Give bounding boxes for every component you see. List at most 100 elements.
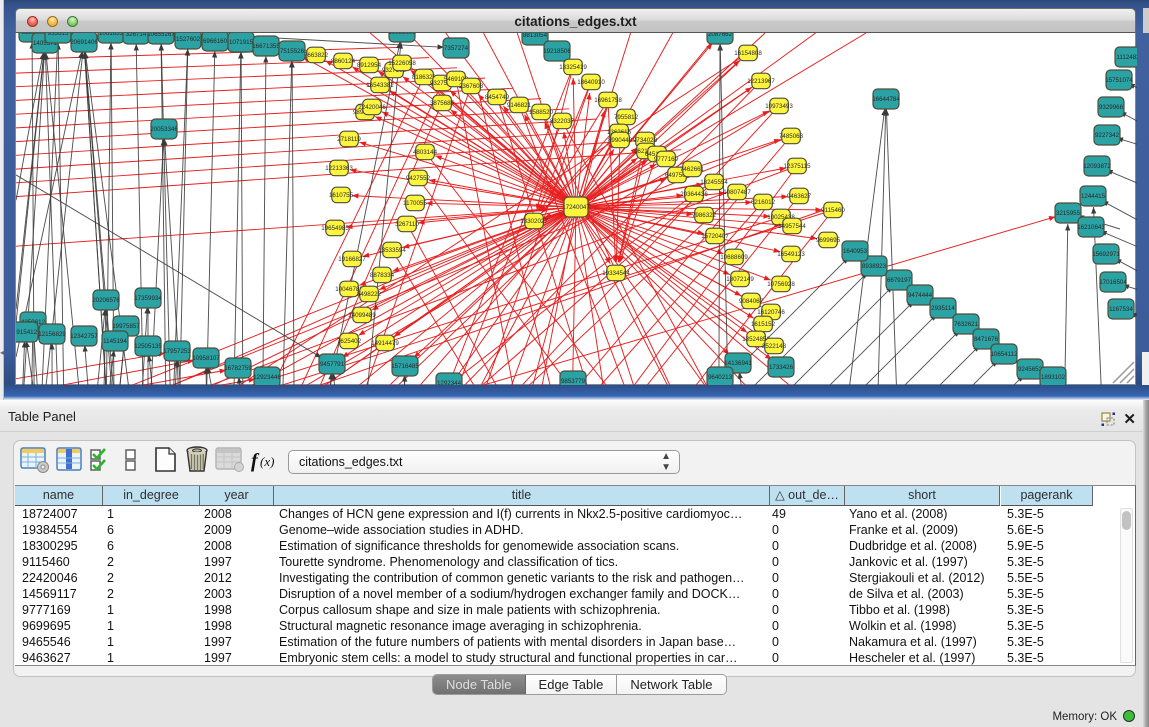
svg-text:10688609: 10688609 xyxy=(720,254,748,261)
svg-text:9427552: 9427552 xyxy=(406,175,431,182)
svg-text:20691406: 20691406 xyxy=(70,39,98,46)
svg-text:19218506: 19218506 xyxy=(543,48,571,55)
svg-text:16033809: 16033809 xyxy=(388,33,416,36)
svg-text:7663822: 7663822 xyxy=(304,52,329,59)
svg-text:4803144: 4803144 xyxy=(413,149,438,156)
svg-text:7955812: 7955812 xyxy=(614,114,639,121)
svg-text:20364436: 20364436 xyxy=(680,191,708,198)
svg-text:15226058: 15226058 xyxy=(388,60,416,67)
svg-text:1733426: 1733426 xyxy=(769,364,794,371)
svg-text:3915412: 3915412 xyxy=(16,329,38,336)
svg-text:1244415: 1244415 xyxy=(1081,193,1106,200)
svg-text:14914479: 14914479 xyxy=(371,340,399,347)
svg-text:20206576: 20206576 xyxy=(92,297,120,304)
svg-text:1615152: 1615152 xyxy=(751,321,776,328)
svg-text:12213363: 12213363 xyxy=(325,165,353,172)
svg-text:14957544: 14957544 xyxy=(778,223,806,230)
svg-text:6216012: 6216012 xyxy=(751,199,776,206)
svg-text:10655267: 10655267 xyxy=(147,33,175,38)
svg-text:8813054: 8813054 xyxy=(523,33,548,39)
svg-text:(x): (x) xyxy=(260,454,274,469)
svg-text:9640213: 9640213 xyxy=(708,374,733,381)
svg-text:6679197: 6679197 xyxy=(887,277,912,284)
svg-text:9084067: 9084067 xyxy=(739,298,764,305)
svg-text:13302027: 13302027 xyxy=(520,218,548,225)
svg-text:17016504: 17016504 xyxy=(1099,279,1127,286)
svg-text:10807487: 10807487 xyxy=(723,189,751,196)
svg-text:8990448: 8990448 xyxy=(608,137,633,144)
svg-text:10756928: 10756928 xyxy=(767,281,795,288)
svg-text:16120746: 16120746 xyxy=(757,309,785,316)
svg-text:3267110: 3267110 xyxy=(395,221,419,228)
svg-text:13325419: 13325419 xyxy=(559,64,587,71)
svg-text:12156829: 12156829 xyxy=(38,331,66,338)
svg-text:3215955: 3215955 xyxy=(1056,210,1081,217)
svg-text:7515526: 7515526 xyxy=(280,48,305,55)
svg-text:9777169: 9777169 xyxy=(654,156,679,163)
svg-text:17957253: 17957253 xyxy=(163,348,191,355)
svg-text:2718119: 2718119 xyxy=(337,136,361,143)
svg-text:7632621: 7632621 xyxy=(954,321,979,328)
svg-text:1610755: 1610755 xyxy=(329,192,354,199)
svg-text:19166827: 19166827 xyxy=(338,256,366,263)
svg-text:9115460: 9115460 xyxy=(821,207,845,214)
svg-text:1061653: 1061653 xyxy=(99,33,124,37)
svg-text:9329966: 9329966 xyxy=(1099,104,1124,111)
svg-text:16961758: 16961758 xyxy=(594,97,622,104)
svg-text:16644784: 16644784 xyxy=(872,96,900,103)
svg-text:9457791: 9457791 xyxy=(320,361,345,368)
svg-text:9463627: 9463627 xyxy=(787,193,812,200)
svg-text:16671355: 16671355 xyxy=(252,43,280,50)
svg-text:1167534: 1167534 xyxy=(1109,306,1133,313)
svg-text:15716485: 15716485 xyxy=(391,363,419,370)
svg-text:18072149: 18072149 xyxy=(726,276,754,283)
svg-text:18640910: 18640910 xyxy=(577,79,605,86)
svg-text:2935114: 2935114 xyxy=(931,305,955,312)
svg-text:1527602: 1527602 xyxy=(176,36,201,43)
svg-text:2522143: 2522143 xyxy=(762,343,787,350)
svg-text:9227342: 9227342 xyxy=(1095,132,1120,139)
svg-text:8938923: 8938923 xyxy=(862,263,887,270)
svg-text:15751074: 15751074 xyxy=(1105,77,1133,84)
svg-text:1640953: 1640953 xyxy=(843,248,868,255)
svg-text:1292344: 1292344 xyxy=(437,380,462,385)
svg-text:8912954: 8912954 xyxy=(357,62,382,69)
svg-text:15720407: 15720407 xyxy=(701,233,729,240)
svg-text:18245554: 18245554 xyxy=(700,179,728,186)
svg-text:9853779: 9853779 xyxy=(561,378,586,385)
svg-text:9699695: 9699695 xyxy=(816,237,841,244)
svg-text:1170055: 1170055 xyxy=(403,200,427,207)
svg-text:17359934: 17359934 xyxy=(134,295,162,302)
svg-text:12923446: 12923446 xyxy=(253,374,281,381)
svg-text:1112482: 1112482 xyxy=(1116,54,1137,61)
svg-text:8860124: 8860124 xyxy=(331,58,356,65)
svg-text:1893102: 1893102 xyxy=(1041,374,1066,381)
svg-text:10654112: 10654112 xyxy=(990,351,1018,358)
svg-text:933613: 933613 xyxy=(48,33,69,37)
svg-text:7462661: 7462661 xyxy=(680,166,705,173)
svg-text:3498222: 3498222 xyxy=(357,291,382,298)
svg-text:8322037: 8322037 xyxy=(550,118,575,125)
svg-text:16549123: 16549123 xyxy=(777,251,805,258)
svg-text:1071915: 1071915 xyxy=(229,39,254,46)
svg-text:326714: 326714 xyxy=(126,33,147,38)
svg-text:12093872: 12093872 xyxy=(1083,163,1111,170)
svg-text:19975857: 19975857 xyxy=(112,323,140,330)
svg-text:16782759: 16782759 xyxy=(224,365,252,372)
svg-text:14099489: 14099489 xyxy=(348,312,376,319)
svg-text:8454749: 8454749 xyxy=(485,94,510,101)
svg-text:17240047: 17240047 xyxy=(562,204,590,211)
svg-text:22420046: 22420046 xyxy=(358,104,386,111)
svg-text:9245652: 9245652 xyxy=(1018,366,1043,373)
svg-text:10958107: 10958107 xyxy=(192,355,220,362)
svg-text:15692971: 15692971 xyxy=(1092,251,1120,258)
svg-text:12375115: 12375115 xyxy=(783,163,811,170)
svg-text:f: f xyxy=(251,450,260,472)
svg-text:2087662: 2087662 xyxy=(708,33,733,38)
svg-text:3875685: 3875685 xyxy=(430,100,455,107)
svg-text:2367608: 2367608 xyxy=(459,83,484,90)
svg-text:16154808: 16154808 xyxy=(734,50,762,57)
svg-text:8878334: 8878334 xyxy=(370,272,395,279)
svg-text:7986322: 7986322 xyxy=(692,212,717,219)
svg-text:7625402: 7625402 xyxy=(337,338,362,345)
